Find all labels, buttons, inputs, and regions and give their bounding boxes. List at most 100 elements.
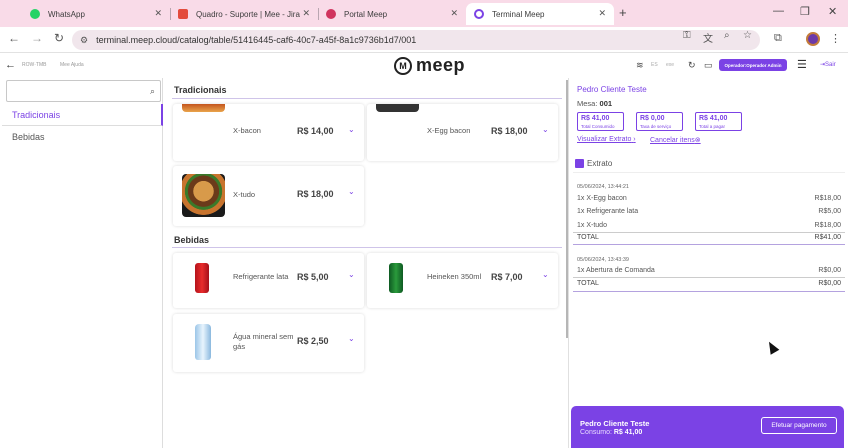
meep-icon	[326, 9, 336, 19]
help-link[interactable]: Mee Ajuda	[60, 62, 84, 68]
total-value: R$41,00	[814, 234, 841, 241]
product-image	[182, 104, 225, 112]
close-icon[interactable]: ✕	[302, 8, 310, 19]
category-sidebar: ⌕ Tradicionais Bebidas	[2, 78, 163, 448]
extensions-icon[interactable]: ⧉	[774, 32, 782, 45]
wifi-icon: ≋	[636, 60, 644, 70]
divider	[573, 277, 845, 278]
product-name: Heineken 350ml	[427, 272, 482, 281]
table-info: Mesa: 001	[577, 99, 612, 108]
total-label: TOTAL	[577, 234, 599, 241]
summary-label: Taxa de serviço	[640, 124, 672, 129]
product-image	[389, 263, 403, 293]
translate-icon[interactable]: 文	[703, 30, 713, 45]
chevron-down-icon[interactable]: ⌄	[542, 125, 549, 134]
key-icon[interactable]: ⚿	[683, 30, 691, 41]
tab-jira[interactable]: Quadro - Suporte | Mee - Jira ✕	[170, 3, 318, 25]
product-price: R$ 18,00	[297, 189, 334, 199]
product-price: R$ 5,00	[297, 272, 329, 282]
divider	[573, 232, 845, 233]
chevron-down-icon[interactable]: ⌄	[348, 187, 355, 196]
item-desc: 1x Abertura de Comanda	[577, 267, 655, 274]
cancel-items-link[interactable]: Cancelar itens⊗	[650, 136, 701, 144]
chevron-down-icon[interactable]: ⌄	[348, 125, 355, 134]
view-statement-label: Visualizar Extrato	[577, 136, 632, 143]
forward-arrow-icon[interactable]: →	[31, 31, 43, 45]
whatsapp-icon	[30, 9, 40, 19]
reload-icon[interactable]: ↻	[54, 31, 64, 45]
bookmark-star-icon[interactable]: ☆	[743, 30, 752, 41]
statement-item: 1x X-tudo R$18,00	[577, 222, 841, 229]
address-bar[interactable]: ⚙ terminal.meep.cloud/catalog/table/5141…	[72, 30, 760, 50]
category-tradicionais[interactable]: Tradicionais	[2, 104, 163, 126]
tab-terminal-meep[interactable]: Terminal Meep ✕	[466, 3, 614, 25]
statement-item: 1x X-Egg bacon R$18,00	[577, 195, 841, 202]
view-statement-link[interactable]: Visualizar Extrato ›	[577, 136, 636, 143]
search-icon[interactable]: ⌕	[150, 86, 155, 97]
profile-avatar[interactable]	[806, 32, 820, 46]
payment-footer: Pedro Cliente Teste Consumo: R$ 41,00 Ef…	[571, 406, 844, 448]
footer-client-name: Pedro Cliente Teste	[580, 419, 650, 428]
chevron-down-icon[interactable]: ⌄	[542, 270, 549, 279]
product-price: R$ 18,00	[491, 126, 528, 136]
window-close-icon[interactable]: ✕	[828, 5, 837, 18]
refresh-icon[interactable]: ↻	[688, 60, 696, 71]
product-card-x-tudo[interactable]: X-tudo R$ 18,00 ⌄	[173, 166, 364, 226]
minimize-icon[interactable]: —	[773, 5, 784, 17]
product-card-agua[interactable]: Água mineral sem gás R$ 2,50 ⌄	[173, 314, 364, 372]
product-name: X-bacon	[233, 126, 261, 135]
product-price: R$ 2,50	[297, 336, 329, 346]
section-divider	[172, 247, 562, 248]
product-card-x-egg-bacon[interactable]: X-Egg bacon R$ 18,00 ⌄	[367, 104, 558, 161]
tab-portal-meep[interactable]: Portal Meep ✕	[318, 3, 466, 25]
restore-icon[interactable]: ❐	[800, 5, 810, 18]
site-info-icon[interactable]: ⚙	[80, 35, 88, 46]
tab-title: Quadro - Suporte | Mee - Jira	[196, 9, 300, 19]
back-icon[interactable]: ←	[5, 59, 16, 71]
product-catalog: Tradicionais X-bacon R$ 14,00 ⌄ X-Egg ba…	[168, 78, 566, 448]
divider	[573, 244, 845, 245]
browser-tab-bar: WhatsApp ✕ Quadro - Suporte | Mee - Jira…	[0, 0, 848, 27]
product-card-heineken[interactable]: Heineken 350ml R$ 7,00 ⌄	[367, 253, 558, 308]
product-card-x-bacon[interactable]: X-bacon R$ 14,00 ⌄	[173, 104, 364, 161]
cancel-items-label: Cancelar itens	[650, 137, 695, 144]
category-bebidas[interactable]: Bebidas	[2, 126, 163, 148]
statement-datetime: 05/06/2024, 13:43:39	[577, 257, 629, 263]
zoom-icon[interactable]: ⌕	[724, 30, 730, 41]
section-title: Bebidas	[174, 235, 210, 245]
hamburger-menu-icon[interactable]: ☰	[797, 58, 807, 71]
chevron-down-icon[interactable]: ⌄	[348, 334, 355, 343]
close-icon[interactable]: ✕	[450, 8, 458, 19]
pay-button[interactable]: Efetuar pagamento	[761, 417, 837, 434]
product-name: X-tudo	[233, 190, 256, 199]
product-image	[376, 104, 419, 112]
product-image	[195, 263, 209, 293]
close-icon[interactable]: ✕	[154, 8, 162, 19]
item-value: R$18,00	[814, 222, 841, 229]
operator-button[interactable]: Operador:Operador Admin	[719, 59, 787, 71]
url-text: terminal.meep.cloud/catalog/table/514164…	[96, 35, 417, 45]
item-desc: 1x X-Egg bacon	[577, 195, 627, 202]
section-title: Tradicionais	[174, 85, 227, 95]
summary-value: R$ 41,00	[581, 115, 610, 122]
item-desc: 1x X-tudo	[577, 222, 607, 229]
meep-logo: M meep	[394, 55, 465, 76]
tab-title: WhatsApp	[48, 9, 85, 19]
status-text: exe	[666, 62, 675, 68]
chevron-down-icon[interactable]: ⌄	[348, 270, 355, 279]
meep-icon	[474, 9, 484, 19]
statement-total: TOTAL R$0,00	[577, 280, 841, 287]
statement-datetime: 05/06/2024, 13:44:21	[577, 184, 629, 190]
product-card-refrigerante[interactable]: Refrigerante lata R$ 5,00 ⌄	[173, 253, 364, 308]
exit-button[interactable]: ⇥Sair	[820, 61, 836, 68]
screen-icon[interactable]: ▭	[704, 60, 713, 71]
more-options-icon[interactable]: ⋮	[830, 32, 841, 45]
summary-label: Total Consumido	[581, 124, 615, 129]
summary-to-pay: R$ 41,00 Total a pagar	[695, 112, 742, 131]
tab-whatsapp[interactable]: WhatsApp ✕	[22, 3, 170, 25]
new-tab-icon[interactable]: +	[619, 5, 627, 20]
product-name: X-Egg bacon	[427, 126, 471, 135]
search-input[interactable]: ⌕	[6, 80, 161, 102]
close-icon[interactable]: ✕	[598, 8, 606, 19]
back-arrow-icon[interactable]: ←	[8, 31, 20, 45]
